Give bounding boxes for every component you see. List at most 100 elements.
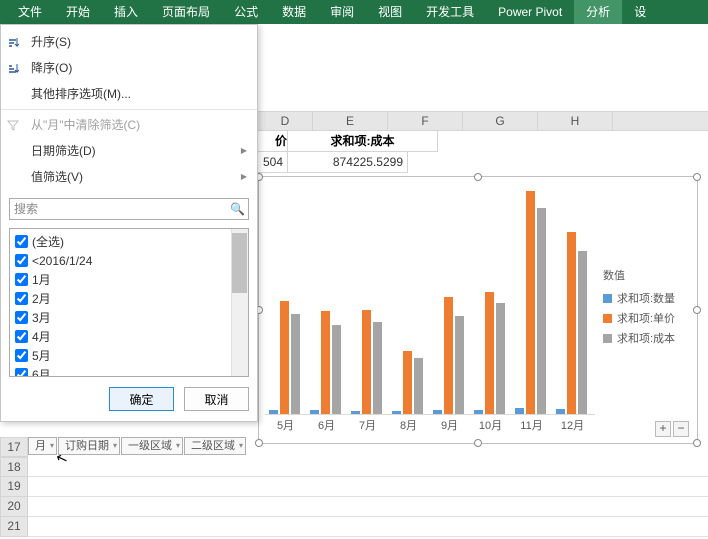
ribbon-tab-pagelayout[interactable]: 页面布局 [150, 0, 222, 24]
row-header[interactable]: 17 [0, 437, 28, 457]
bar[interactable] [392, 411, 401, 414]
bar[interactable] [515, 408, 524, 415]
column-header[interactable]: E [313, 112, 388, 130]
search-input[interactable] [9, 198, 249, 220]
bar[interactable] [556, 409, 565, 414]
bar[interactable] [280, 301, 289, 414]
check-item[interactable]: 2月 [10, 290, 231, 309]
pivot-chart[interactable]: 5月6月7月8月9月10月11月12月 数值 求和项:数量 求和项:单价 求和项… [258, 176, 698, 444]
menu-value-filter[interactable]: 值筛选(V) [1, 164, 257, 190]
bar[interactable] [362, 310, 371, 414]
bar[interactable] [414, 358, 423, 414]
checklist-scrollbar[interactable] [231, 229, 248, 376]
grid-row[interactable] [28, 497, 708, 517]
bar[interactable] [310, 410, 319, 414]
bar-group[interactable] [269, 301, 301, 414]
check-item[interactable]: 5月 [10, 347, 231, 366]
legend-swatch [603, 294, 612, 303]
check-item[interactable]: 3月 [10, 309, 231, 328]
bar[interactable] [321, 311, 330, 414]
bar[interactable] [444, 297, 453, 414]
menu-clear-filter: 从"月"中清除筛选(C) [1, 112, 257, 138]
bar[interactable] [567, 232, 576, 414]
cancel-button[interactable]: 取消 [184, 387, 249, 411]
check-select-all[interactable]: (全选) [10, 233, 231, 252]
resize-handle[interactable] [255, 439, 263, 447]
ok-button[interactable]: 确定 [109, 387, 174, 411]
zoom-in-button[interactable]: + [655, 421, 671, 437]
resize-handle[interactable] [474, 439, 482, 447]
bar-group[interactable] [556, 232, 588, 414]
ribbon-tab-view[interactable]: 视图 [366, 0, 414, 24]
bar[interactable] [537, 208, 546, 414]
column-header[interactable]: G [463, 112, 538, 130]
ribbon-tab-design[interactable]: 设 [622, 0, 658, 24]
bar[interactable] [373, 322, 382, 414]
bar[interactable] [474, 410, 483, 414]
bar[interactable] [433, 410, 442, 414]
ribbon-tab-powerpivot[interactable]: Power Pivot [486, 0, 574, 24]
bar-group[interactable] [474, 292, 506, 414]
bar[interactable] [269, 410, 278, 414]
scrollbar-thumb[interactable] [232, 233, 247, 293]
ribbon-tab-home[interactable]: 开始 [54, 0, 102, 24]
field-button-orderdate[interactable]: 订购日期 [58, 437, 120, 455]
legend-item-price[interactable]: 求和项:单价 [603, 309, 689, 329]
column-header[interactable]: D [258, 112, 313, 130]
bar-group[interactable] [515, 191, 547, 414]
grid-row[interactable] [28, 457, 708, 477]
ribbon-tab-review[interactable]: 审阅 [318, 0, 366, 24]
ribbon-tab-analyze[interactable]: 分析 [574, 0, 622, 24]
resize-handle[interactable] [693, 173, 701, 181]
bar[interactable] [578, 251, 587, 414]
menu-sort-asc[interactable]: 升序(S) [1, 29, 257, 55]
resize-handle[interactable] [693, 439, 701, 447]
bar[interactable] [291, 314, 300, 414]
bar[interactable] [403, 351, 412, 414]
field-button-region2[interactable]: 二级区域 [184, 437, 246, 455]
pivot-value-cost[interactable]: 874225.5299 [288, 152, 408, 173]
zoom-out-button[interactable]: − [673, 421, 689, 437]
bar-group[interactable] [351, 310, 383, 414]
bar[interactable] [455, 316, 464, 414]
bar-group[interactable] [433, 297, 465, 414]
ribbon-tab-file[interactable]: 文件 [6, 0, 54, 24]
ribbon-tab-data[interactable]: 数据 [270, 0, 318, 24]
legend-item-cost[interactable]: 求和项:成本 [603, 329, 689, 349]
chart-legend[interactable]: 数值 求和项:数量 求和项:单价 求和项:成本 [603, 267, 689, 349]
menu-more-sort[interactable]: 其他排序选项(M)... [1, 81, 257, 107]
pivot-value-price[interactable]: 504 [258, 152, 288, 173]
bar[interactable] [496, 303, 505, 414]
row-header[interactable]: 18 [0, 457, 28, 477]
resize-handle[interactable] [474, 173, 482, 181]
bar[interactable] [485, 292, 494, 414]
bar[interactable] [332, 325, 341, 414]
check-item[interactable]: 4月 [10, 328, 231, 347]
bar[interactable] [526, 191, 535, 414]
check-item[interactable]: 1月 [10, 271, 231, 290]
check-item[interactable]: <2016/1/24 [10, 252, 231, 271]
filter-checklist-items[interactable]: (全选) <2016/1/24 1月 2月 3月 4月 5月 6月 [10, 229, 231, 376]
bar-group[interactable] [310, 311, 342, 414]
row-header[interactable]: 20 [0, 497, 28, 517]
grid-row[interactable] [28, 477, 708, 497]
grid-row[interactable] [28, 517, 708, 537]
menu-date-filter[interactable]: 日期筛选(D) [1, 138, 257, 164]
legend-item-qty[interactable]: 求和项:数量 [603, 289, 689, 309]
bar[interactable] [351, 411, 360, 414]
search-icon[interactable]: 🔍 [230, 202, 245, 216]
resize-handle[interactable] [693, 306, 701, 314]
ribbon-tab-insert[interactable]: 插入 [102, 0, 150, 24]
check-item[interactable]: 6月 [10, 366, 231, 376]
column-header[interactable]: F [388, 112, 463, 130]
row-header[interactable]: 19 [0, 477, 28, 497]
ribbon-tab-formulas[interactable]: 公式 [222, 0, 270, 24]
field-button-region1[interactable]: 一级区域 [121, 437, 183, 455]
ribbon-tab-developer[interactable]: 开发工具 [414, 0, 486, 24]
plot-area[interactable] [265, 187, 595, 415]
bar-group[interactable] [392, 351, 424, 414]
menu-sort-desc[interactable]: 降序(O) [1, 55, 257, 81]
column-header[interactable]: H [538, 112, 613, 130]
row-header[interactable]: 21 [0, 517, 28, 537]
ribbon: 文件 开始 插入 页面布局 公式 数据 审阅 视图 开发工具 Power Piv… [0, 0, 708, 24]
